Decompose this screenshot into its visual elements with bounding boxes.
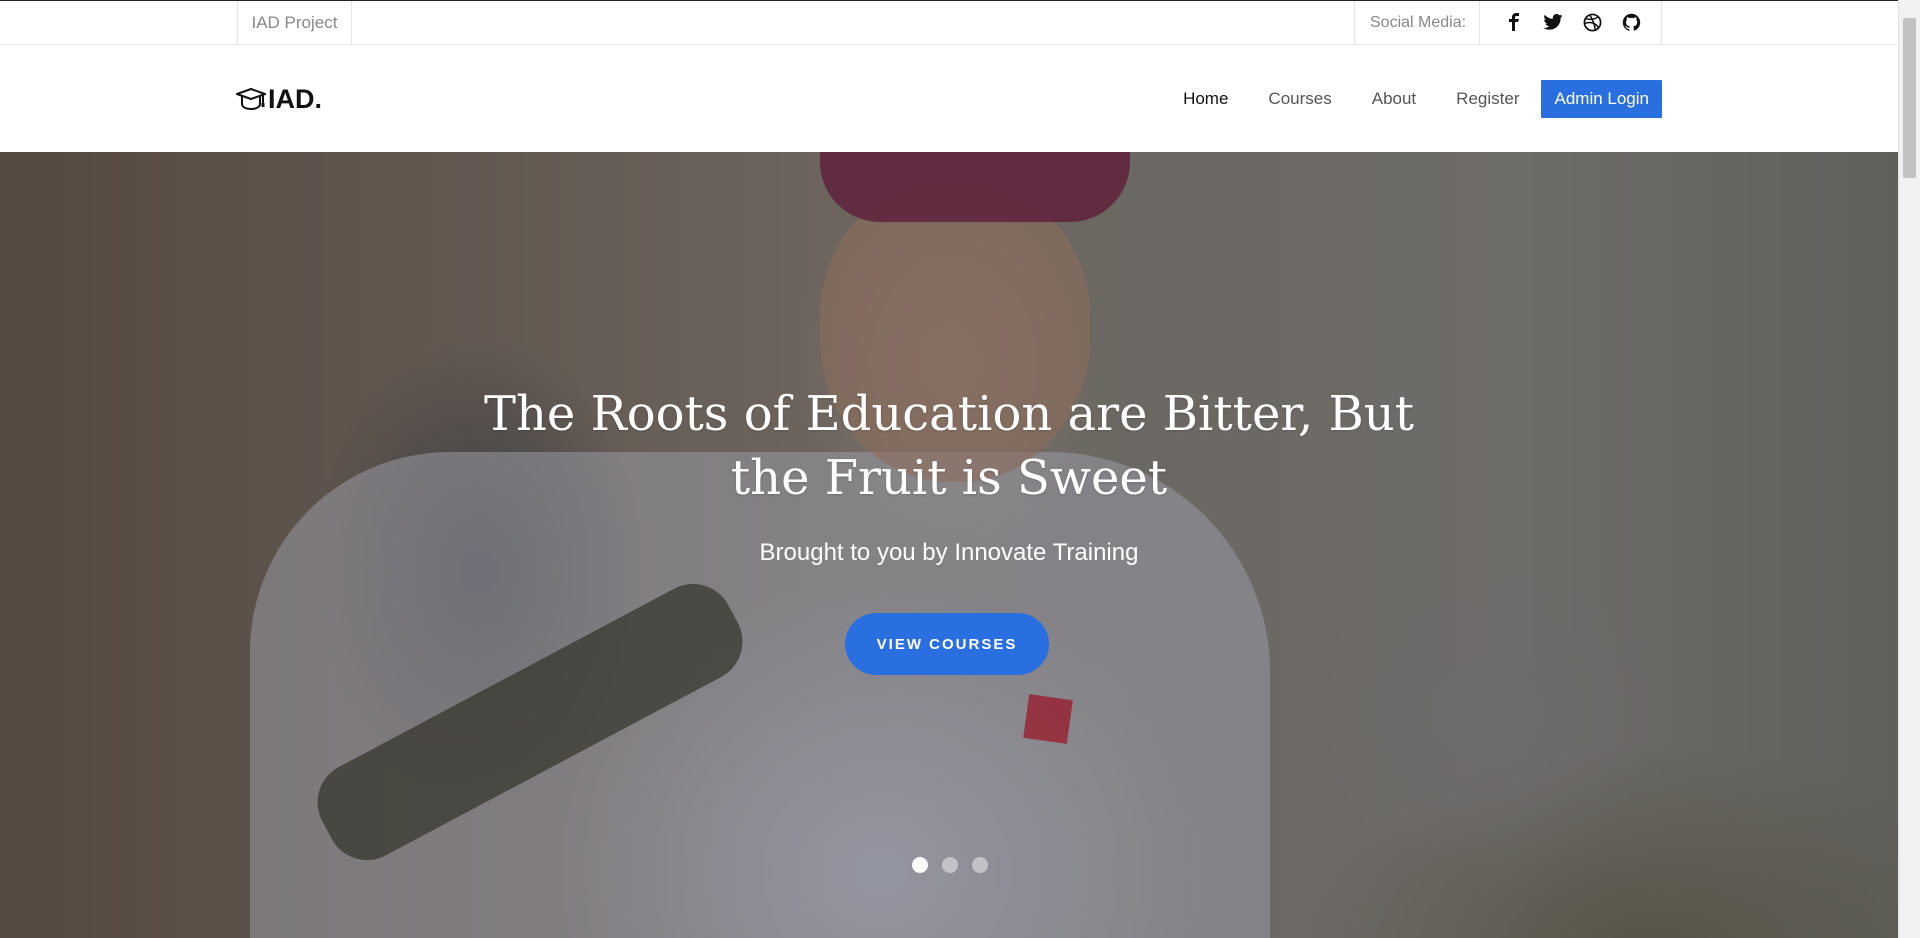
github-icon[interactable] — [1620, 11, 1642, 33]
twitter-icon[interactable] — [1542, 11, 1564, 33]
project-name: IAD Project — [237, 1, 352, 45]
nav-about[interactable]: About — [1352, 80, 1436, 118]
main-header: IAD. Home Courses About Register Admin L… — [0, 45, 1898, 152]
carousel-dots — [912, 857, 988, 873]
nav-register[interactable]: Register — [1436, 80, 1539, 118]
carousel-dot-3[interactable] — [972, 857, 988, 873]
social-media-label: Social Media: — [1370, 14, 1467, 31]
page-scrollbar[interactable] — [1898, 0, 1920, 938]
nav-home[interactable]: Home — [1163, 80, 1248, 118]
dribbble-icon[interactable] — [1581, 11, 1603, 33]
page: IAD Project Social Media: IAD. Home Cour… — [0, 0, 1898, 938]
social-media-bar: Social Media: — [1354, 1, 1662, 45]
site-logo[interactable]: IAD. — [236, 84, 322, 115]
social-icons — [1503, 11, 1642, 33]
carousel-dot-2[interactable] — [942, 857, 958, 873]
nav-courses[interactable]: Courses — [1248, 80, 1351, 118]
hero-title: The Roots of Education are Bitter, But t… — [483, 386, 1415, 506]
hero-subtitle: Brought to you by Innovate Training — [759, 539, 1139, 566]
graduation-cap-icon — [236, 87, 266, 110]
carousel-dot-1[interactable] — [912, 857, 928, 873]
view-courses-button[interactable]: VIEW COURSES — [845, 613, 1049, 675]
top-bar: IAD Project Social Media: — [0, 0, 1898, 45]
admin-login-button[interactable]: Admin Login — [1541, 80, 1662, 118]
facebook-icon[interactable] — [1503, 11, 1525, 33]
main-nav: Home Courses About Register Admin Login — [1163, 80, 1662, 118]
divider — [1479, 1, 1480, 45]
logo-text: IAD. — [268, 84, 322, 114]
scrollbar-thumb[interactable] — [1903, 18, 1916, 178]
hero-carousel: The Roots of Education are Bitter, But t… — [0, 152, 1898, 938]
